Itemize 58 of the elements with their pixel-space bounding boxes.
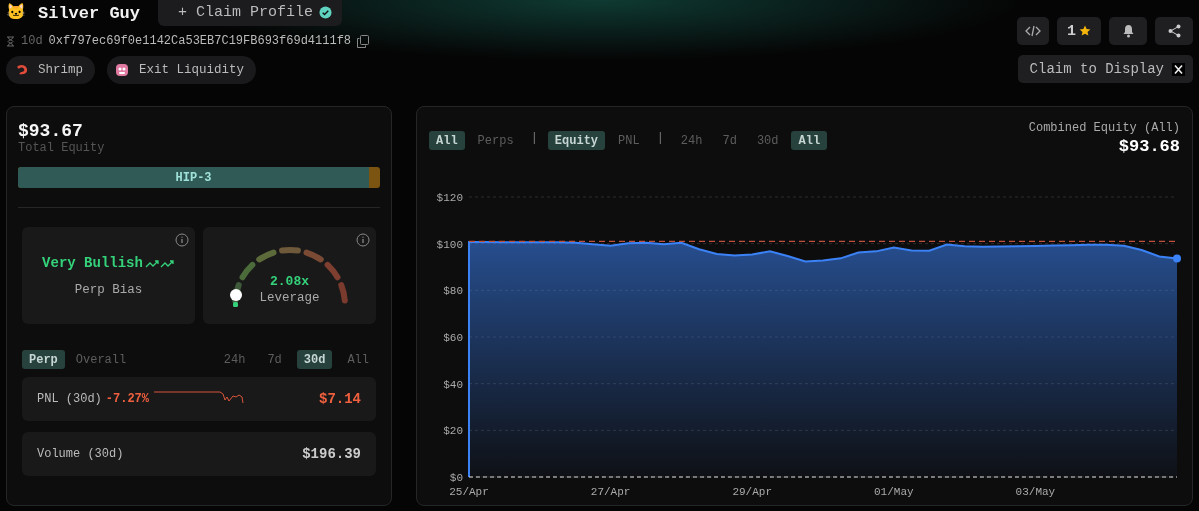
x-axis-label: 01/May	[874, 486, 914, 498]
y-axis-label: $80	[443, 285, 463, 298]
share-icon	[1167, 24, 1181, 38]
claim-profile-button[interactable]: + Claim Profile	[158, 0, 343, 26]
trend-up-icon	[144, 257, 175, 268]
chart-filter-tab[interactable]: All	[791, 131, 828, 150]
code-icon	[1025, 25, 1041, 37]
x-axis-label: 03/May	[1015, 486, 1056, 498]
pnl-label: PNL (30d)	[37, 392, 102, 406]
chart-filter-tab[interactable]: Equity	[547, 131, 606, 150]
claim-to-display-button[interactable]: Claim to Display	[1017, 55, 1193, 83]
chart-filter-tab[interactable]: All	[429, 131, 465, 150]
hourglass-icon	[6, 35, 15, 47]
leverage-value: 2.08x	[270, 274, 309, 289]
allocation-label: HIP-3	[175, 170, 212, 185]
info-icon[interactable]	[175, 233, 189, 247]
star-count-button[interactable]: 1	[1057, 17, 1101, 45]
total-equity-value: $93.67	[18, 121, 84, 141]
scope-tab[interactable]: Perp	[22, 350, 65, 369]
x-logo-icon	[1172, 62, 1185, 76]
cat-face-icon: 🐱	[6, 5, 26, 21]
perp-bias-value: Very Bullish	[42, 254, 143, 271]
filter-separator: |	[655, 131, 665, 145]
profile-tag[interactable]: Shrimp	[6, 56, 95, 84]
leverage-label: Leverage	[259, 291, 320, 305]
x-axis-label: 27/Apr	[590, 486, 631, 498]
last-point-marker	[1173, 254, 1181, 263]
y-axis-label: $100	[436, 238, 463, 251]
bell-icon	[1121, 24, 1135, 38]
pnl-value: $7.14	[319, 391, 361, 407]
combined-equity-value: $93.68	[1118, 137, 1180, 156]
x-axis-label: 25/Apr	[449, 486, 489, 498]
y-axis-label: $40	[443, 378, 463, 391]
total-equity-label: Total Equity	[18, 141, 106, 155]
copy-icon[interactable]	[357, 34, 370, 48]
share-button[interactable]	[1155, 17, 1193, 45]
face-icon	[115, 63, 129, 77]
y-axis-label: $60	[443, 332, 463, 344]
info-icon[interactable]	[356, 233, 370, 247]
account-age: 10d	[21, 34, 43, 48]
profile-tag[interactable]: Exit Liquidity	[107, 56, 257, 84]
wallet-address: 0xf797ec69f0e1142Ca53EB7C19FB693f69d4111f8	[48, 34, 352, 48]
y-axis-label: $0	[449, 472, 463, 484]
pnl-percent: -7.27%	[105, 392, 150, 406]
volume-value: $196.39	[302, 446, 361, 462]
star-icon	[1079, 25, 1091, 37]
y-axis-label: $120	[436, 192, 463, 204]
perp-bias-label: Perp Bias	[74, 282, 143, 297]
period-tab[interactable]: 30d	[296, 350, 333, 369]
check-badge-icon	[319, 5, 333, 19]
y-axis-label: $20	[443, 425, 463, 438]
embed-code-button[interactable]	[1017, 17, 1049, 45]
filter-separator: |	[529, 131, 539, 145]
x-axis-label: 29/Apr	[732, 486, 772, 498]
notification-button[interactable]	[1109, 17, 1147, 45]
combined-equity-label: Combined Equity (All)	[1028, 121, 1180, 135]
profile-name: Silver Guy	[38, 3, 141, 23]
volume-label: Volume (30d)	[37, 447, 124, 461]
